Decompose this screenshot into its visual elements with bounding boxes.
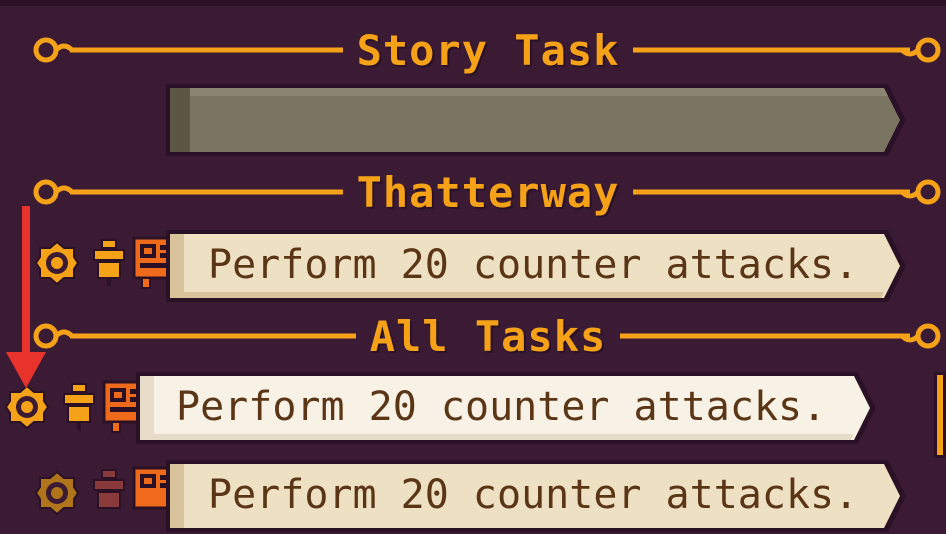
gear-target-icon — [34, 470, 80, 516]
section-title-all: All Tasks — [355, 312, 621, 361]
task-panel: Story Task Thatterway Perform 20 counter… — [0, 0, 946, 532]
task-row-selected[interactable]: Perform 20 counter attacks. — [130, 370, 882, 444]
task-description: Perform 20 counter attacks. — [208, 472, 859, 518]
section-title-region: Thatterway — [342, 168, 634, 217]
task-row[interactable]: Perform 20 counter attacks. — [160, 458, 912, 532]
task-description: Perform 20 counter attacks. — [176, 384, 827, 430]
task-description: Perform 20 counter attacks. — [208, 242, 859, 288]
story-task-slot[interactable] — [160, 82, 910, 156]
section-title-story: Story Task — [342, 26, 634, 75]
lantern-icon — [63, 383, 95, 430]
empty-bar-shape — [166, 84, 906, 156]
all-tasks-divider: All Tasks — [30, 312, 946, 361]
region-divider: Thatterway — [30, 168, 946, 217]
task-row[interactable]: Perform 20 counter attacks. — [160, 228, 912, 302]
scrollbar-handle[interactable] — [934, 372, 946, 458]
annotation-arrow — [6, 206, 46, 388]
story-task-divider: Story Task — [30, 26, 946, 75]
lantern-icon — [93, 469, 125, 509]
lantern-icon — [93, 239, 125, 286]
